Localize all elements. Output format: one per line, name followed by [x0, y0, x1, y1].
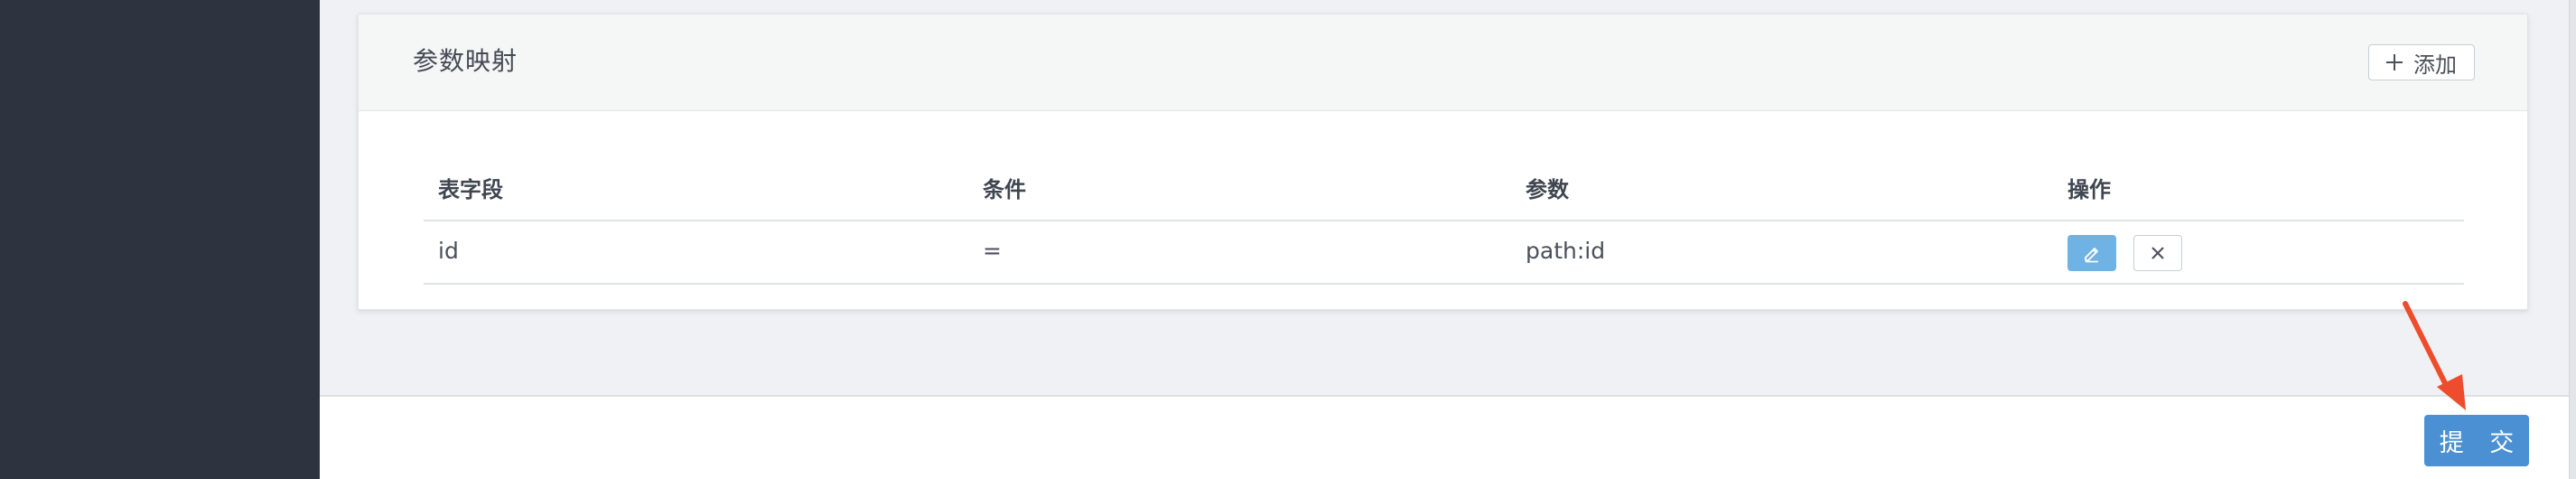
column-header-condition: 条件	[983, 177, 1026, 202]
column-header-actions: 操作	[2067, 177, 2111, 202]
close-icon	[2151, 247, 2164, 259]
cell-param: path:id	[1526, 238, 1606, 264]
arrow-icon	[2403, 301, 2466, 410]
edit-button[interactable]	[2067, 235, 2116, 271]
column-header-param: 参数	[1526, 177, 1569, 202]
table-header: 表字段 条件 参数 操作	[424, 155, 2464, 221]
card-header: 参数映射 添加	[359, 14, 2527, 111]
footer-bar	[320, 395, 2569, 479]
plus-icon	[2386, 54, 2403, 70]
scrollbar-track[interactable]	[2569, 0, 2576, 479]
delete-button[interactable]	[2133, 235, 2182, 271]
submit-button[interactable]: 提 交	[2424, 415, 2529, 466]
pencil-icon	[2085, 248, 2098, 263]
mapping-table: 表字段 条件 参数 操作 id = path:id	[424, 155, 2464, 285]
column-header-field: 表字段	[438, 177, 503, 202]
add-button-label: 添加	[2413, 52, 2457, 78]
cell-field: id	[438, 238, 459, 264]
add-button[interactable]: 添加	[2368, 44, 2475, 80]
param-mapping-card: 参数映射 添加 表字段 条件 参数 操作 id = path:id	[358, 14, 2528, 310]
cell-condition: =	[983, 238, 1002, 264]
sidebar	[0, 0, 320, 479]
table-row: id = path:id	[424, 221, 2464, 285]
card-title: 参数映射	[413, 46, 518, 76]
